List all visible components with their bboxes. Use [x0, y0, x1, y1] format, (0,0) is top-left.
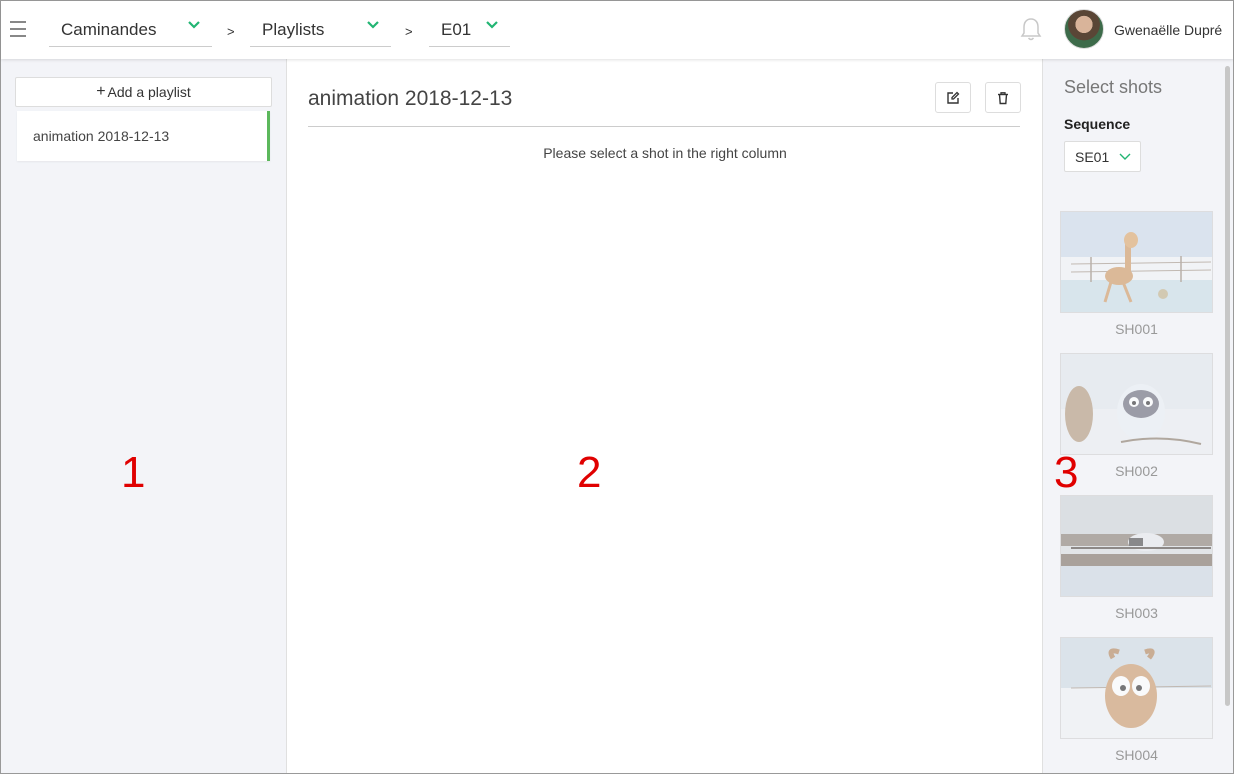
chevron-down-icon: [486, 21, 498, 29]
breadcrumb-section-label: Playlists: [262, 19, 325, 39]
shot-name: SH003: [1115, 605, 1158, 621]
playlist-sidebar: + Add a playlist animation 2018-12-13: [1, 59, 287, 773]
playlist-item[interactable]: animation 2018-12-13: [17, 111, 270, 161]
add-playlist-label: Add a playlist: [107, 84, 191, 100]
add-playlist-button[interactable]: + Add a playlist: [15, 77, 272, 107]
shot-thumbnail: [1060, 211, 1213, 313]
chevron-down-icon: [1119, 153, 1131, 160]
playlist-title: animation 2018-12-13: [308, 87, 513, 110]
edit-playlist-button[interactable]: [935, 82, 971, 113]
shot-card[interactable]: SH002: [1060, 353, 1213, 479]
select-shots-heading: Select shots: [1064, 77, 1163, 97]
shot-name: SH004: [1115, 747, 1158, 763]
shot-thumbnail: [1060, 637, 1213, 739]
plus-icon: +: [96, 83, 106, 100]
shot-name: SH002: [1115, 463, 1158, 479]
breadcrumb-production-select[interactable]: Caminandes: [49, 13, 212, 47]
sequence-select[interactable]: SE01: [1064, 141, 1141, 172]
delete-playlist-button[interactable]: [985, 82, 1021, 113]
breadcrumb-section-select[interactable]: Playlists: [250, 13, 391, 47]
shot-selector-panel: Select shots Sequence SE01 SH001 SH002 S…: [1042, 59, 1233, 773]
bell-icon[interactable]: [1019, 16, 1043, 42]
breadcrumb-separator: >: [227, 24, 235, 39]
breadcrumb-episode-select[interactable]: E01: [429, 13, 510, 47]
annotation-number: 3: [1054, 448, 1079, 497]
chevron-down-icon: [188, 21, 200, 29]
breadcrumb-episode-label: E01: [441, 19, 472, 39]
sequence-select-value: SE01: [1075, 148, 1110, 165]
empty-state-hint: Please select a shot in the right column: [543, 145, 787, 161]
hamburger-icon[interactable]: [10, 21, 26, 37]
user-name[interactable]: Gwenaëlle Dupré: [1114, 22, 1222, 38]
shot-name: SH001: [1115, 321, 1158, 337]
playlist-panel: animation 2018-12-13 Please select a sho…: [288, 59, 1042, 773]
annotation-number: 1: [121, 448, 146, 497]
shot-card[interactable]: SH004: [1060, 637, 1213, 763]
title-divider: [308, 126, 1020, 127]
trash-icon: [998, 91, 1008, 104]
chevron-down-icon: [367, 21, 379, 29]
breadcrumb-separator: >: [405, 24, 413, 39]
top-bar: Caminandes > Playlists > E01 Gwenaëlle D…: [1, 1, 1233, 59]
annotation-number: 2: [577, 448, 602, 497]
playlist-item-label: animation 2018-12-13: [33, 128, 170, 144]
shots-scrollbar[interactable]: [1225, 66, 1230, 706]
shot-card[interactable]: SH003: [1060, 495, 1213, 621]
shot-thumbnail: [1060, 495, 1213, 597]
avatar[interactable]: [1064, 9, 1104, 49]
sequence-label: Sequence: [1064, 116, 1131, 132]
shot-thumbnail: [1060, 353, 1213, 455]
edit-icon: [947, 91, 960, 104]
shot-card[interactable]: SH001: [1060, 211, 1213, 337]
breadcrumb-production-label: Caminandes: [61, 19, 157, 39]
